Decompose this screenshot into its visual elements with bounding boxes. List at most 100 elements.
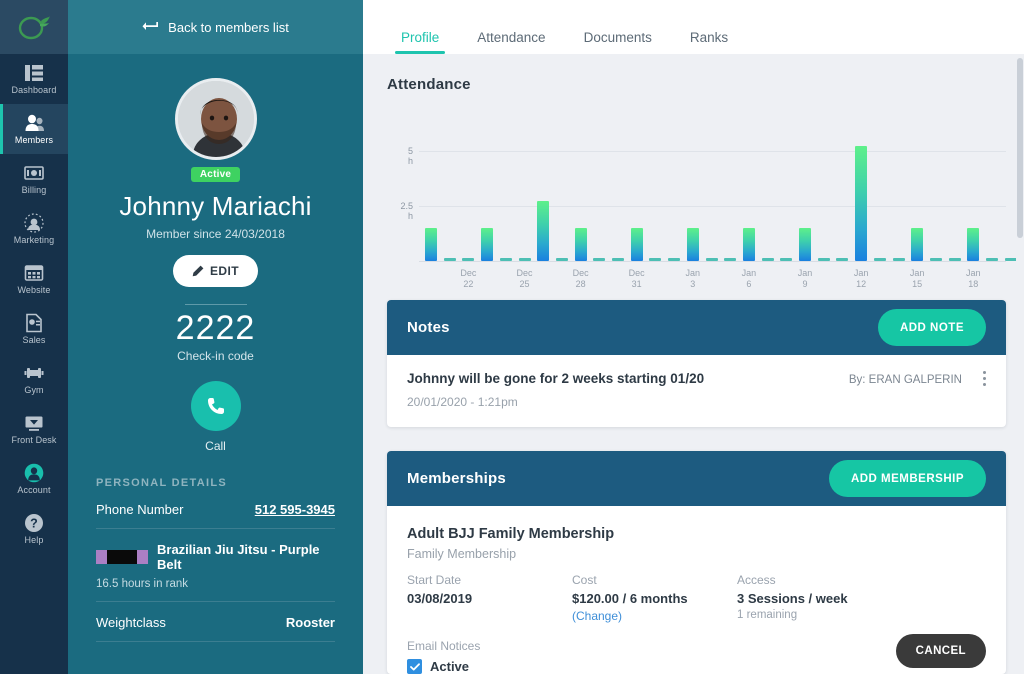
member-since: Member since 24/03/2018 [146,227,285,241]
sidebar-item-label: Billing [21,185,47,195]
access-remaining: 1 remaining [737,609,798,621]
add-note-button[interactable]: ADD NOTE [877,309,986,346]
sidebar-item-account[interactable]: Account [0,454,68,504]
phone-number-value[interactable]: 512 595-3945 [255,502,335,517]
main-scrollbar-track[interactable] [1016,54,1024,674]
call-button[interactable] [190,381,241,431]
tab-ranks[interactable]: Ranks [676,30,742,54]
divider [184,304,247,305]
weightclass-label: Weightclass [96,615,166,630]
member-panel-body: Active Johnny Mariachi Member since 24/0… [68,54,363,642]
tab-documents[interactable]: Documents [570,30,666,54]
sidebar-item-sales[interactable]: Sales [0,304,68,354]
chart-bar[interactable] [425,228,437,261]
phone-icon [207,398,224,414]
cost-column: Cost $120.00 / 6 months (Change) [572,573,737,625]
chart-x-tick-label: Dec 25 [516,268,533,289]
checkin-code-label: Check-in code [177,349,254,363]
app-logo[interactable] [0,0,68,54]
chart-bar[interactable] [855,145,868,261]
sidebar-item-label: Gym [24,385,44,395]
belt-line: Brazilian Jiu Jitsu - Purple Belt [96,542,335,572]
tab-bar: Profile Attendance Documents Ranks [363,0,1024,54]
sidebar-item-website[interactable]: Website [0,254,68,304]
sidebar-item-label: Sales [22,335,46,345]
note-options-kebab-icon[interactable] [983,371,986,389]
phone-number-row: Phone Number 512 595-3945 [96,489,335,529]
start-date-value: 03/08/2019 [407,591,473,606]
chart-bar[interactable] [481,228,494,261]
main-scrollbar-thumb[interactable] [1017,58,1023,238]
chart-bar[interactable] [630,228,643,261]
sidebar-item-help[interactable]: ? Help [0,504,68,554]
leaf-circle-logo-icon [18,16,50,40]
member-profile-panel: Back to members list Active Johnny Maria… [68,0,363,674]
help-icon: ? [25,514,43,532]
sidebar: Dashboard Members Billing Marketing Website S… [0,0,68,674]
cancel-membership-button[interactable]: CANCEL [895,634,986,668]
membership-item: Adult BJJ Family Membership Family Membe… [387,506,1006,674]
sidebar-item-members[interactable]: Members [0,104,68,154]
svg-text:?: ? [30,517,38,531]
chart-bar[interactable] [967,228,980,261]
memberships-card-header: Memberships ADD MEMBERSHIP [387,451,1006,506]
start-date-column: Start Date 03/08/2019 [407,573,572,625]
belt-hours-in-rank: 16.5 hours in rank [96,578,189,590]
sidebar-item-billing[interactable]: Billing [0,154,68,204]
cost-label: Cost [572,573,597,587]
chart-x-tick-label: Jan 15 [909,268,925,289]
marketing-icon [24,213,44,233]
avatar [174,78,257,160]
chart-x-tick-label: Jan 3 [685,268,701,289]
email-notices-checkbox[interactable] [407,659,422,674]
phone-number-label: Phone Number [96,502,184,517]
chart-bar[interactable] [686,228,699,261]
chart-bar[interactable] [911,228,924,261]
checkin-code: 2222 [175,309,256,347]
memberships-card: Memberships ADD MEMBERSHIP Adult BJJ Fam… [387,451,1006,674]
member-name: Johnny Mariachi [119,191,312,221]
chart-x-tick-label: Jan 6 [741,268,757,289]
edit-label: EDIT [210,264,239,278]
gym-icon [24,368,44,378]
attendance-bar-chart: 5 h 2.5 h Dec 22 Dec 25 Dec 28 Dec 31 Jan 3 Jan 6 Jan 9 Ja… [387,107,1024,292]
weightclass-value: Rooster [285,615,335,630]
chart-bar[interactable] [799,228,811,261]
attendance-section-title: Attendance [387,76,471,93]
membership-details-grid: Start Date 03/08/2019 Cost $120.00 / 6 m… [407,573,986,625]
notes-card: Notes ADD NOTE Johnny will be gone for 2… [387,300,1006,427]
weightclass-row: Weightclass Rooster [96,602,335,642]
add-membership-button[interactable]: ADD MEMBERSHIP [828,460,986,497]
access-value: 3 Sessions / week [737,591,848,606]
back-arrow-icon [142,22,159,30]
cost-change-link[interactable]: (Change) [572,609,622,623]
back-to-members-list-button[interactable]: Back to members list [68,0,363,54]
sidebar-item-marketing[interactable]: Marketing [0,204,68,254]
website-icon [24,265,44,281]
note-date: 20/01/2020 - 1:21pm [407,395,518,409]
sidebar-item-label: Front Desk [11,435,57,445]
chart-x-tick-label: Jan 9 [797,268,813,289]
chart-bar[interactable] [742,228,755,261]
note-item: Johnny will be gone for 2 weeks starting… [387,355,1006,427]
chart-x-tick-label: Dec 31 [628,268,645,289]
sidebar-item-dashboard[interactable]: Dashboard [0,54,68,104]
sidebar-item-label: Help [24,535,44,545]
start-date-label: Start Date [407,573,462,587]
tab-profile[interactable]: Profile [387,30,453,54]
front-desk-icon [25,416,43,431]
sidebar-item-label: Marketing [13,235,55,245]
chart-plot-area [419,107,1024,261]
tab-attendance[interactable]: Attendance [463,30,559,54]
chart-bar[interactable] [537,200,550,261]
chart-bar[interactable] [1004,258,1017,261]
sidebar-item-label: Website [17,285,51,295]
edit-button[interactable]: EDIT [173,255,258,287]
sidebar-item-label: Dashboard [11,85,57,95]
sidebar-item-front-desk[interactable]: Front Desk [0,404,68,454]
sidebar-item-label: Members [14,135,54,145]
sidebar-item-gym[interactable]: Gym [0,354,68,404]
chart-bar[interactable] [574,228,587,261]
chart-axis-line [419,261,1006,262]
pencil-icon [192,265,204,277]
